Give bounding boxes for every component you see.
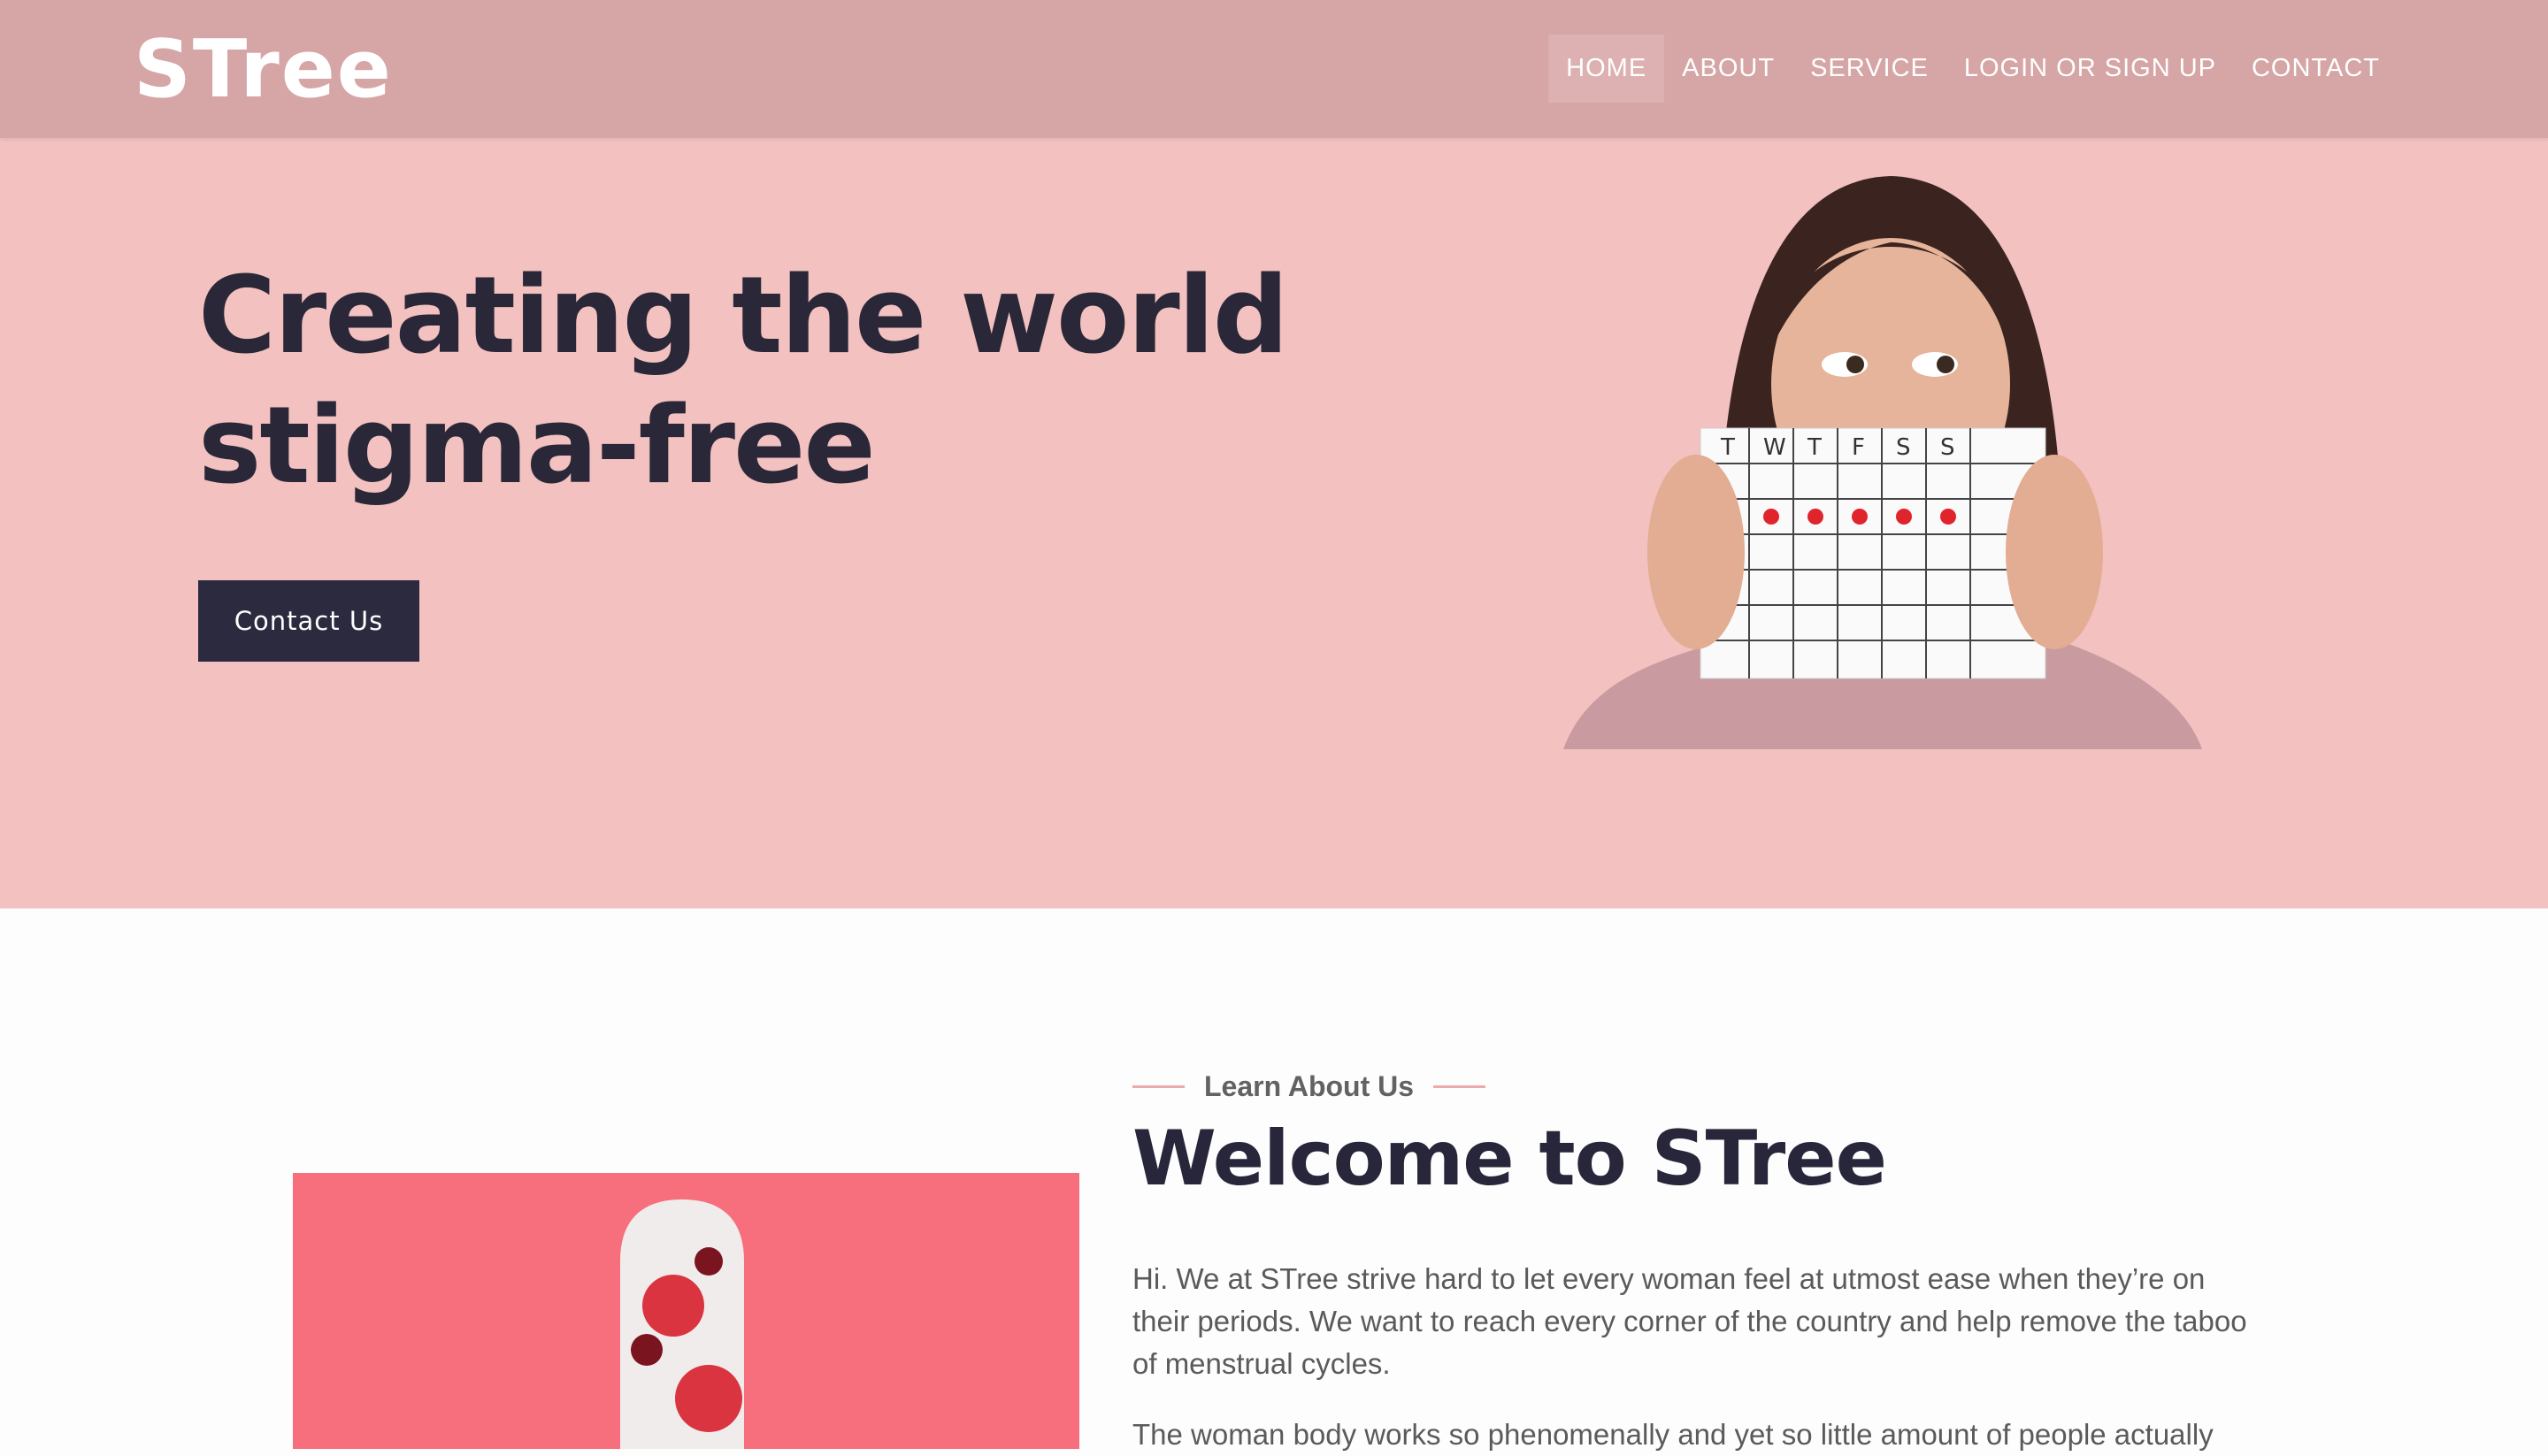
nav-service[interactable]: SERVICE — [1792, 34, 1946, 103]
calendar-day: T — [1807, 434, 1822, 461]
calendar-day: W — [1763, 434, 1786, 461]
navbar: STree HOME ABOUT SERVICE LOGIN OR SIGN U… — [0, 0, 2548, 138]
pad-with-roses-image — [620, 1199, 744, 1449]
calendar-day: F — [1852, 434, 1865, 461]
logo[interactable]: STree — [134, 23, 393, 116]
contact-us-button[interactable]: Contact Us — [198, 580, 419, 662]
nav-contact[interactable]: CONTACT — [2234, 34, 2398, 103]
about-title: Welcome to STree — [1132, 1115, 1887, 1203]
hero-section: Creating the world stigma-free Contact U… — [0, 138, 2548, 908]
about-paragraph: The woman body works so phenomenally and… — [1132, 1418, 2214, 1451]
divider — [1433, 1085, 1486, 1088]
calendar-day: S — [1940, 434, 1955, 461]
calendar-day: T — [1720, 434, 1735, 461]
nav-menu: HOME ABOUT SERVICE LOGIN OR SIGN UP CONT… — [1548, 34, 2398, 103]
nav-login-signup[interactable]: LOGIN OR SIGN UP — [1946, 34, 2234, 103]
hero-woman-calendar-image: T W T F S S — [1563, 176, 2202, 749]
calendar-day: S — [1896, 434, 1911, 461]
section-eyebrow: Learn About Us — [1132, 1070, 1505, 1103]
eyebrow-text: Learn About Us — [1204, 1070, 1415, 1102]
about-paragraph: Hi. We at STree strive hard to let every… — [1132, 1262, 2247, 1380]
nav-about[interactable]: ABOUT — [1664, 34, 1792, 103]
about-image — [293, 1173, 1079, 1449]
divider — [1132, 1085, 1185, 1088]
hero-headline: Creating the world stigma-free — [198, 255, 1289, 508]
nav-home[interactable]: HOME — [1548, 34, 1665, 103]
